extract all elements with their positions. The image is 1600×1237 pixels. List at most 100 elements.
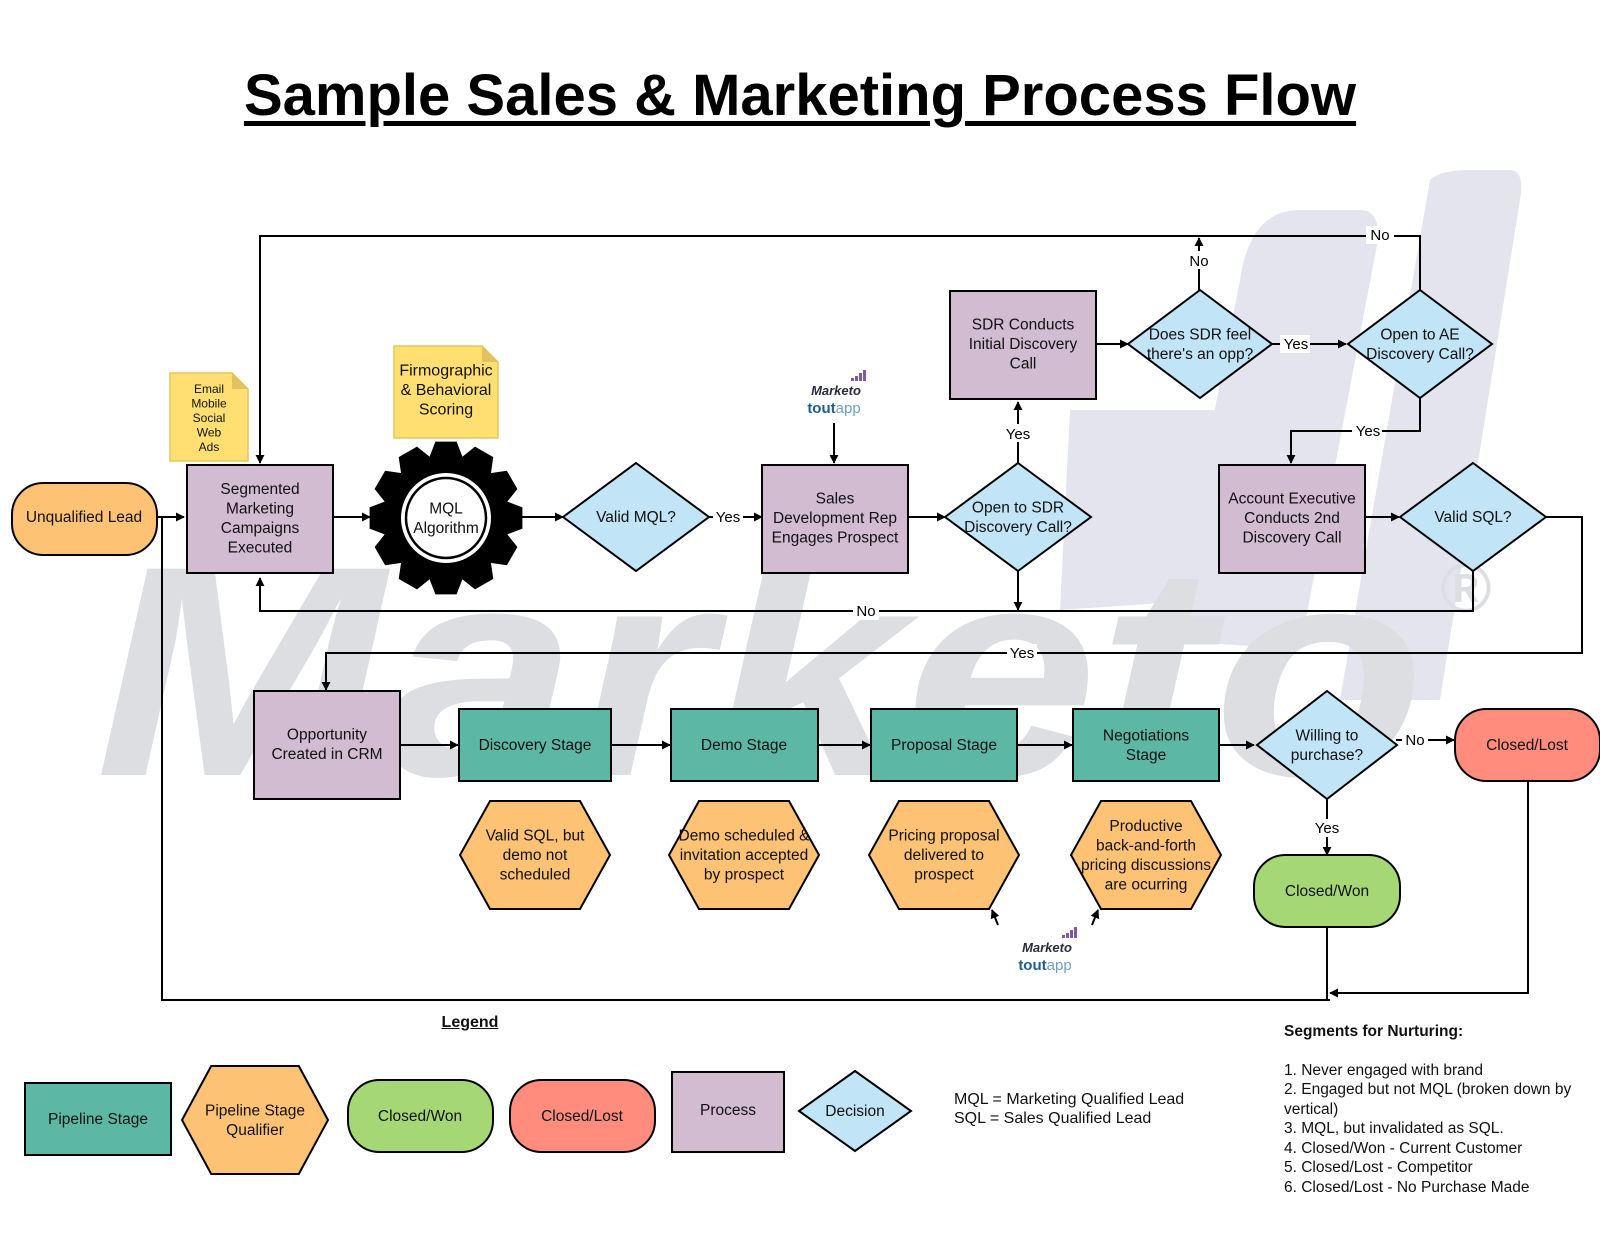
legend-pipeline-stage-label: Pipeline Stage	[48, 1111, 148, 1128]
segment-item: 5. Closed/Lost - Competitor	[1284, 1159, 1473, 1176]
valid-mql-label: Valid MQL?	[596, 509, 676, 526]
legend-qualifier-label: Pipeline Stage	[205, 1102, 305, 1119]
qualifier-negotiation-label: Productive	[1109, 818, 1182, 835]
segment-item: 2. Engaged but not MQL (broken down by v…	[1284, 1081, 1572, 1118]
qualifier-discovery-label: scheduled	[500, 867, 571, 884]
segments-title: Segments for Nurturing:	[1284, 1023, 1464, 1040]
demo-stage-label: Demo Stage	[701, 737, 787, 754]
open-sdr-call-label: Open to SDR	[972, 499, 1064, 516]
closed-won-label: Closed/Won	[1285, 883, 1369, 900]
mql-algorithm-label: Algorithm	[413, 520, 478, 537]
scoring-note-label: Firmographic	[399, 363, 492, 380]
signal-bar-icon	[855, 376, 858, 381]
sdr-initial-call-label: SDR Conducts	[972, 317, 1075, 334]
sdr-feel-opp-label: Does SDR feel	[1149, 326, 1252, 343]
segments-for-nurturing: Segments for Nurturing: 1. Never engaged…	[1284, 1022, 1584, 1197]
label-no-ae: No	[1370, 227, 1389, 244]
opportunity-crm-label: Opportunity	[287, 726, 367, 743]
abbreviation-sql: SQL = Sales Qualified Lead	[954, 1110, 1152, 1127]
scoring-note-label: Scoring	[419, 402, 473, 419]
segment-item: 1. Never engaged with brand	[1284, 1061, 1484, 1079]
segmented-campaigns-label: Executed	[228, 539, 293, 556]
negotiations-stage-node	[1072, 708, 1220, 782]
willing-purchase-label: purchase?	[1291, 747, 1364, 764]
legend-closed-lost-label: Closed/Lost	[541, 1108, 624, 1125]
abbreviation-mql: MQL = Marketing Qualified Lead	[954, 1091, 1185, 1108]
label-yes-ae: Yes	[1356, 423, 1380, 440]
channels-note-label: Web	[197, 426, 222, 440]
edge-logo-to-proposal	[990, 909, 1000, 926]
valid-sql-label: Valid SQL?	[1434, 509, 1512, 526]
channels-note-label: Social	[193, 411, 226, 425]
legend-title: Legend	[441, 1014, 499, 1031]
willing-purchase-label: Willing to	[1296, 727, 1359, 744]
qualifier-demo-label: by prospect	[704, 867, 785, 884]
marketo-toutapp-logo: Marketo toutapp	[798, 363, 870, 423]
sdr-initial-call-label: Initial Discovery	[969, 336, 1078, 353]
qualifier-negotiation-label: back-and-forth	[1096, 837, 1196, 854]
negotiations-stage-label: Stage	[1126, 747, 1167, 764]
signal-bar-icon	[1066, 933, 1069, 938]
signal-bar-icon	[863, 370, 866, 381]
page-title: Sample Sales & Marketing Process Flow	[243, 63, 1357, 128]
label-yes-sdr-feel: Yes	[1284, 336, 1308, 353]
ae-second-call-label: Discovery Call	[1242, 530, 1341, 547]
channels-note-label: Email	[194, 382, 224, 396]
logo-product: toutapp	[807, 400, 860, 417]
sdr-engages-label: Engages Prospect	[772, 530, 899, 547]
legend-decision-label: Decision	[825, 1103, 884, 1120]
logo-product: toutapp	[1018, 957, 1071, 974]
logo-brand: Marketo	[811, 383, 861, 398]
channels-note-fold	[232, 373, 248, 389]
edge-logo-to-negotiation	[1090, 909, 1100, 926]
signal-bar-icon	[851, 378, 854, 381]
mql-algorithm-label: MQL	[429, 500, 463, 517]
qualifier-negotiation-label: pricing discussions	[1081, 857, 1211, 874]
sdr-engages-label: Sales	[816, 491, 855, 508]
sdr-engages-label: Development Rep	[773, 510, 897, 527]
gear-center	[404, 476, 488, 560]
logo-brand: Marketo	[1022, 940, 1072, 955]
ae-second-call-label: Conducts 2nd	[1244, 510, 1340, 527]
scoring-note-fold	[482, 346, 498, 362]
channels-note-label: Ads	[199, 440, 220, 454]
sdr-initial-call-label: Call	[1010, 356, 1037, 373]
qualifier-proposal-label: Pricing proposal	[888, 828, 999, 845]
sdr-feel-opp-label: there's an opp?	[1147, 346, 1254, 363]
qualifier-demo-label: Demo scheduled &	[679, 828, 811, 845]
proposal-stage-label: Proposal Stage	[891, 737, 997, 754]
channels-note-label: Mobile	[191, 397, 227, 411]
qualifier-proposal-label: prospect	[914, 867, 974, 884]
qualifier-proposal-label: delivered to	[904, 847, 984, 864]
ae-second-call-label: Account Executive	[1228, 491, 1356, 508]
opportunity-crm-label: Created in CRM	[271, 746, 382, 763]
signal-bar-icon	[1070, 930, 1073, 938]
segment-item: 6. Closed/Lost - No Purchase Made	[1284, 1178, 1530, 1196]
label-yes-sql: Yes	[1010, 645, 1034, 662]
signal-bar-icon	[859, 373, 862, 381]
segment-item: 4. Closed/Won - Current Customer	[1284, 1139, 1523, 1157]
segmented-campaigns-label: Campaigns	[221, 520, 300, 537]
closed-lost-label: Closed/Lost	[1486, 737, 1569, 754]
label-yes-willing: Yes	[1315, 820, 1339, 837]
segment-item: 3. MQL, but invalidated as SQL.	[1284, 1120, 1504, 1137]
discovery-stage-label: Discovery Stage	[479, 737, 592, 754]
scoring-note-label: & Behavioral	[401, 382, 492, 399]
qualifier-demo-label: invitation accepted	[680, 847, 808, 864]
segmented-campaigns-label: Marketing	[226, 500, 294, 517]
qualifier-negotiation-label: are ocurring	[1105, 876, 1188, 893]
label-yes-open-sdr: Yes	[1006, 426, 1030, 443]
open-ae-call-label: Discovery Call?	[1366, 346, 1474, 363]
label-no-loop: No	[856, 603, 875, 620]
legend-qualifier-swatch	[180, 1065, 330, 1175]
label-no-sdr-feel: No	[1189, 253, 1208, 270]
signal-bar-icon	[1062, 935, 1065, 938]
legend-process-label: Process	[700, 1102, 756, 1119]
open-ae-call-label: Open to AE	[1380, 326, 1459, 343]
legend: Pipeline Stage Pipeline Stage Qualifier Clo…	[24, 1065, 913, 1175]
segmented-campaigns-label: Segmented	[220, 481, 299, 498]
legend-qualifier-label: Qualifier	[226, 1122, 284, 1139]
open-sdr-call-label: Discovery Call?	[964, 519, 1072, 536]
qualifier-discovery-label: demo not	[503, 847, 568, 864]
unqualified-lead-label: Unqualified Lead	[26, 509, 142, 526]
